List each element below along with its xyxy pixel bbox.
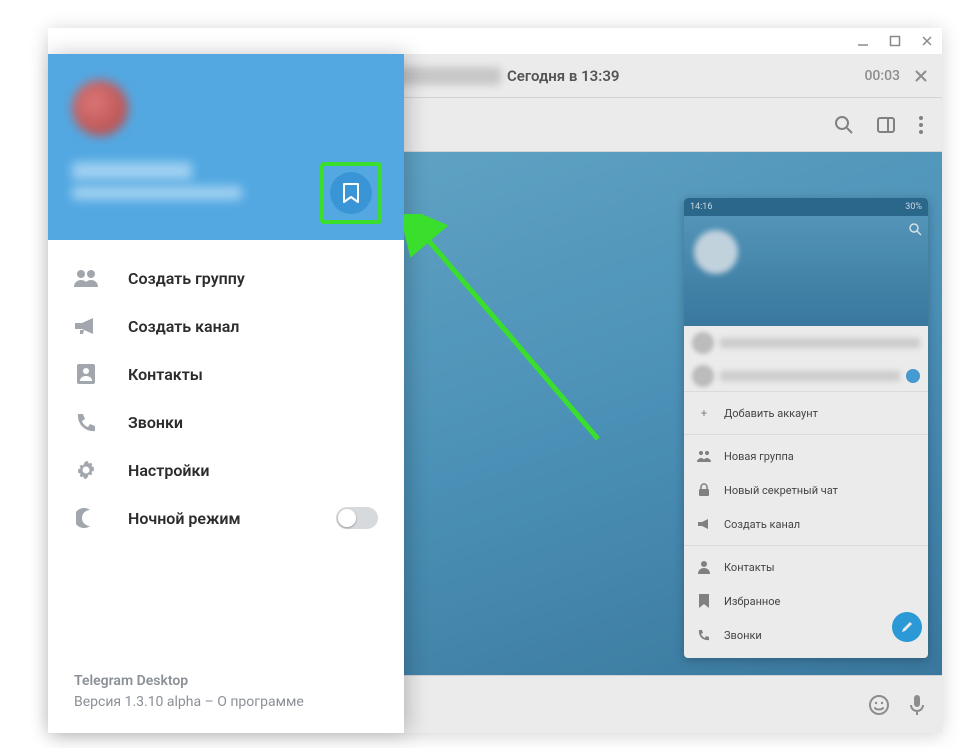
user-name-blurred <box>72 162 192 180</box>
menu-night-mode[interactable]: Ночной режим <box>48 494 404 542</box>
media-elapsed-time: 00:03 <box>864 68 900 84</box>
phone-menu-create-channel: Создать канал <box>684 507 928 541</box>
contact-icon <box>74 363 98 385</box>
plus-icon: + <box>696 407 712 420</box>
phone-status-battery: 30% <box>905 202 922 212</box>
phone-icon <box>696 629 712 641</box>
mic-icon[interactable] <box>908 693 926 717</box>
side-menu-list: Создать группу Создать канал Контакты <box>48 240 404 659</box>
app-window: Сегодня в 13:39 00:03 Избранное <box>48 28 942 733</box>
phone-status-bar: 14:16 30% <box>684 198 928 216</box>
emoji-icon[interactable] <box>868 694 890 716</box>
app-name-label: Telegram Desktop <box>74 671 378 692</box>
search-icon[interactable] <box>834 115 854 135</box>
phone-menu-new-group: Новая группа <box>684 439 928 473</box>
phone-menu-saved: Избранное <box>684 584 928 618</box>
menu-settings[interactable]: Настройки <box>48 446 404 494</box>
menu-create-group[interactable]: Создать группу <box>48 254 404 302</box>
group-icon <box>696 450 712 462</box>
phone-menu-contacts: Контакты <box>684 550 928 584</box>
menu-item-label: Настройки <box>128 461 210 480</box>
megaphone-icon <box>74 317 98 335</box>
close-button[interactable] <box>918 32 936 50</box>
gear-icon <box>74 459 98 481</box>
menu-item-label: Создать канал <box>128 317 239 336</box>
lock-icon <box>696 483 712 497</box>
window-titlebar <box>48 28 942 54</box>
maximize-button[interactable] <box>886 32 904 50</box>
media-track-date: Сегодня в 13:39 <box>507 67 619 85</box>
side-menu: Создать группу Создать канал Контакты <box>48 54 404 733</box>
minimize-button[interactable] <box>854 32 872 50</box>
menu-contacts[interactable]: Контакты <box>48 350 404 398</box>
user-avatar[interactable] <box>72 80 128 136</box>
more-icon[interactable] <box>918 115 924 135</box>
phone-menu-add-account: + Добавить аккаунт <box>684 396 928 430</box>
side-menu-footer: Telegram Desktop Версия 1.3.10 alpha – О… <box>48 659 404 733</box>
side-menu-header <box>48 54 404 240</box>
user-phone-blurred <box>72 186 242 200</box>
media-close-icon[interactable] <box>914 69 928 83</box>
side-panel-icon[interactable] <box>876 115 896 135</box>
saved-messages-button[interactable] <box>330 172 372 214</box>
phone-drawer-header <box>684 216 928 326</box>
app-version-label[interactable]: Версия 1.3.10 alpha – О программе <box>74 692 378 713</box>
phone-menu: + Добавить аккаунт Новая группа Новый се… <box>684 392 928 656</box>
bookmark-icon <box>696 594 712 608</box>
menu-item-label: Звонки <box>128 413 183 432</box>
phone-icon <box>74 412 98 432</box>
phone-search-icon <box>908 222 922 236</box>
contact-icon <box>696 560 712 574</box>
phone-status-time: 14:16 <box>690 202 712 212</box>
phone-compose-fab <box>892 612 922 642</box>
menu-calls[interactable]: Звонки <box>48 398 404 446</box>
group-icon <box>74 269 98 287</box>
menu-item-label: Контакты <box>128 365 203 384</box>
phone-menu-new-secret: Новый секретный чат <box>684 473 928 507</box>
phone-chat-preview <box>684 326 928 392</box>
menu-item-label: Ночной режим <box>128 509 241 528</box>
phone-avatar <box>694 230 738 274</box>
menu-item-label: Создать группу <box>128 269 245 288</box>
media-track-title-blurred <box>391 67 501 85</box>
embedded-phone-screenshot: 14:16 30% + Добавить аккаунт <box>684 198 928 658</box>
menu-create-channel[interactable]: Создать канал <box>48 302 404 350</box>
moon-icon <box>74 508 98 528</box>
night-mode-toggle[interactable] <box>336 507 378 529</box>
app-content: Сегодня в 13:39 00:03 Избранное <box>48 54 942 733</box>
megaphone-icon <box>696 518 712 530</box>
